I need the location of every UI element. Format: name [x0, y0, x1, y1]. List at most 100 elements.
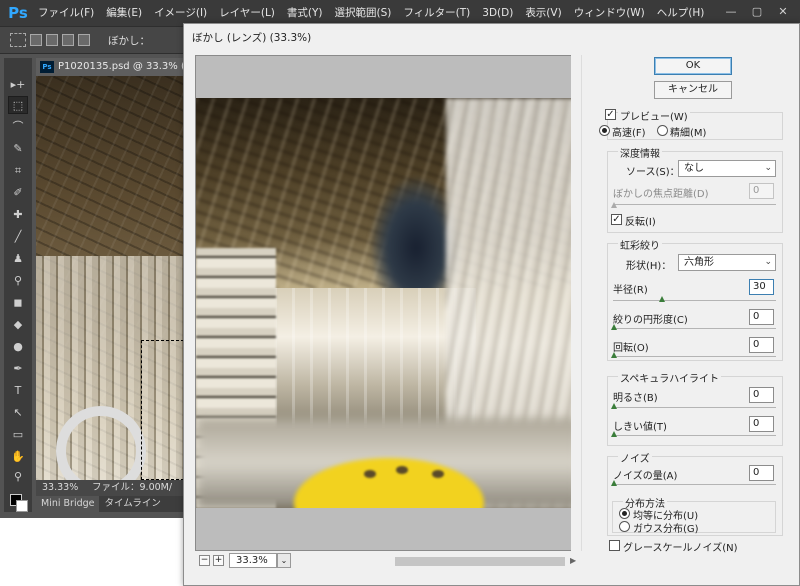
marquee-preset-icon[interactable] [10, 33, 26, 47]
radius-field[interactable]: 30 [749, 279, 774, 295]
source-select[interactable]: なし ⌄ [678, 160, 776, 177]
distribution-group: 分布方法 均等に分布(U) ガウス分布(G) [612, 495, 776, 535]
scroll-right-arrow-icon[interactable]: ▶ [570, 556, 576, 565]
chevron-down-icon: ⌄ [764, 257, 772, 267]
subtract-selection-icon[interactable] [62, 34, 74, 46]
paint-bucket-tool-icon[interactable]: ◆ [8, 316, 28, 334]
radius-label: 半径(R) [613, 285, 648, 296]
curvature-thumb[interactable] [611, 324, 617, 330]
dialog-title: ぼかし (レンズ) (33.3%) [192, 32, 312, 44]
rotation-thumb[interactable] [611, 352, 617, 358]
add-selection-icon[interactable] [46, 34, 58, 46]
iris-title: 虹彩絞り [618, 237, 662, 252]
path-select-tool-icon[interactable]: ↖ [8, 404, 28, 422]
quality-fast-radio[interactable] [599, 125, 610, 136]
preview-vertical-scrollbar[interactable] [571, 55, 582, 551]
focal-distance-label: ぼかしの焦点距離(D) [613, 189, 709, 200]
quality-accurate-label: 精細(M) [670, 128, 707, 139]
noise-amount-field[interactable]: 0 [749, 465, 774, 481]
pen-tool-icon[interactable]: ✒ [8, 360, 28, 378]
preview-group: ✓ プレビュー(W) 高速(F) 精細(M) [599, 108, 783, 140]
radius-slider[interactable] [613, 300, 776, 301]
brightness-slider[interactable] [613, 407, 776, 408]
quick-select-tool-icon[interactable]: ✎ [8, 140, 28, 158]
eraser-tool-icon[interactable]: ◼ [8, 294, 28, 312]
specular-title: スペキュラハイライト [618, 370, 721, 385]
zoom-level-field[interactable]: 33.3% [229, 553, 277, 568]
zoom-out-button[interactable]: − [199, 555, 210, 566]
type-tool-icon[interactable]: T [8, 382, 28, 400]
uniform-distribution-radio[interactable] [619, 508, 630, 519]
preview-dot [432, 470, 444, 478]
tab-timeline[interactable]: タイムライン [99, 496, 165, 512]
preview-pane[interactable] [195, 55, 582, 551]
focal-distance-slider[interactable] [613, 204, 776, 205]
threshold-slider[interactable] [613, 435, 776, 436]
preview-checkbox[interactable]: ✓ [605, 109, 616, 120]
preview-dot [396, 466, 408, 474]
menu-file[interactable]: ファイル(F) [32, 0, 100, 26]
scrollbar-thumb[interactable] [395, 557, 565, 566]
selection-marquee[interactable] [141, 340, 188, 480]
noise-amount-slider[interactable] [613, 484, 776, 485]
rect-marquee-tool-icon[interactable]: ⬚ [8, 96, 28, 114]
quality-accurate-radio[interactable] [657, 125, 668, 136]
invert-label: 反転(I) [625, 217, 656, 228]
brush-tool-icon[interactable]: ╱ [8, 228, 28, 246]
shape-tool-icon[interactable]: ▭ [8, 426, 28, 444]
threshold-field[interactable]: 0 [749, 416, 774, 432]
preview-dot [364, 470, 376, 478]
gaussian-distribution-label: ガウス分布(G) [633, 524, 699, 535]
zoom-tool-icon[interactable]: ⚲ [8, 468, 28, 486]
brightness-field[interactable]: 0 [749, 387, 774, 403]
lasso-tool-icon[interactable]: ⌒ [8, 118, 28, 136]
minimize-icon[interactable]: — [718, 2, 744, 22]
crop-tool-icon[interactable]: ⌗ [8, 162, 28, 180]
background-color-swatch[interactable] [16, 500, 28, 512]
document-canvas[interactable] [36, 76, 188, 480]
move-tool-icon[interactable]: ▸+ [8, 76, 28, 94]
noise-amount-thumb[interactable] [611, 480, 617, 486]
monochromatic-noise-checkbox[interactable] [609, 540, 620, 551]
menu-edit[interactable]: 編集(E) [100, 0, 148, 26]
blur-tool-icon[interactable]: ● [8, 338, 28, 356]
curvature-field[interactable]: 0 [749, 309, 774, 325]
hand-tool-icon[interactable]: ✋ [8, 448, 28, 466]
history-brush-tool-icon[interactable]: ⚲ [8, 272, 28, 290]
preview-image[interactable] [196, 98, 580, 508]
threshold-thumb[interactable] [611, 431, 617, 437]
stamp-tool-icon[interactable]: ♟ [8, 250, 28, 268]
eyedropper-tool-icon[interactable]: ✐ [8, 184, 28, 202]
chevron-down-icon[interactable]: ⌄ [277, 553, 291, 568]
noise-amount-label: ノイズの量(A) [613, 471, 678, 482]
radius-thumb[interactable] [658, 296, 665, 302]
preview-horizontal-scrollbar[interactable] [395, 557, 565, 566]
rotation-slider[interactable] [613, 356, 776, 357]
tab-mini-bridge[interactable]: Mini Bridge [36, 496, 100, 512]
shape-select[interactable]: 六角形 ⌄ [678, 254, 776, 271]
brightness-thumb[interactable] [611, 403, 617, 409]
focal-distance-thumb[interactable] [611, 202, 617, 208]
brightness-label: 明るさ(B) [613, 393, 658, 404]
close-icon[interactable]: ✕ [770, 2, 796, 22]
status-zoom-level[interactable]: 33.33% [42, 480, 78, 496]
gaussian-distribution-radio[interactable] [619, 521, 630, 532]
invert-checkbox[interactable]: ✓ [611, 214, 622, 225]
focal-distance-field[interactable]: 0 [749, 183, 774, 199]
preview-label: プレビュー(W) [618, 108, 690, 123]
curvature-slider[interactable] [613, 328, 776, 329]
photoshop-logo: Ps [8, 4, 28, 22]
cancel-button[interactable]: キャンセル [654, 81, 732, 99]
ok-button[interactable]: OK [654, 57, 732, 75]
zoom-in-button[interactable]: + [213, 555, 224, 566]
healing-tool-icon[interactable]: ✚ [8, 206, 28, 224]
rotation-field[interactable]: 0 [749, 337, 774, 353]
intersect-selection-icon[interactable] [78, 34, 90, 46]
window-controls: — ▢ ✕ [718, 2, 796, 22]
specular-highlights-group: スペキュラハイライト 明るさ(B) 0 しきい値(T) 0 [607, 370, 783, 446]
monochromatic-noise-label: グレースケールノイズ(N) [623, 543, 738, 554]
maximize-icon[interactable]: ▢ [744, 2, 770, 22]
tools-panel: ▸+ ⬚ ⌒ ✎ ⌗ ✐ ✚ ╱ ♟ ⚲ ◼ ◆ ● ✒ T ↖ ▭ ✋ ⚲ [4, 58, 32, 512]
preview-zoom-controls: − + 33.3% ⌄ ▶ [195, 553, 582, 573]
new-selection-icon[interactable] [30, 34, 42, 46]
